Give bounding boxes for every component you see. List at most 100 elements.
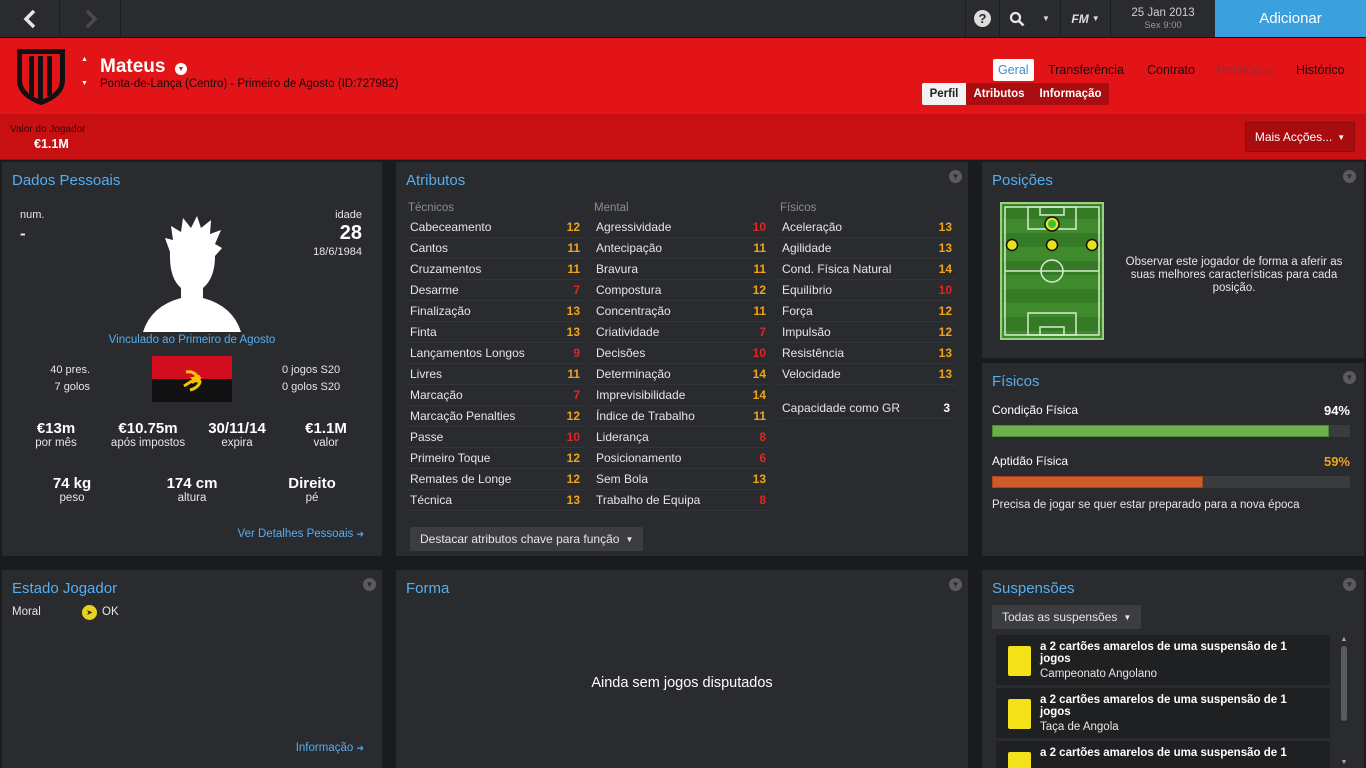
caret-down-icon: ▼ — [625, 534, 634, 544]
tab-transferencia[interactable]: Transferência — [1043, 59, 1129, 81]
tab-relatorios[interactable]: Relatórios — [1212, 59, 1278, 81]
attribute-row[interactable]: Cabeceamento 12 — [406, 217, 584, 238]
subtab-perfil[interactable]: Perfil — [922, 83, 966, 105]
player-name: Mateus — [100, 56, 166, 77]
tab-historico[interactable]: Histórico — [1291, 59, 1350, 81]
subtab-atributos[interactable]: Atributos — [966, 83, 1032, 105]
attribute-row[interactable]: Agilidade 13 — [778, 238, 956, 259]
contract-expiry-stat: 30/11/14 expira — [197, 420, 277, 449]
attribute-row[interactable]: Velocidade 13 — [778, 364, 956, 385]
fm-menu-button[interactable]: FM ▼ — [1060, 0, 1110, 37]
condition-value: 94% — [1323, 403, 1350, 418]
current-date: 25 Jan 2013 — [1131, 7, 1195, 19]
suspension-competition: Taça de Angola — [1040, 721, 1119, 733]
help-button[interactable]: ? — [965, 0, 999, 37]
attribute-row[interactable]: Primeiro Toque 12 — [406, 448, 584, 469]
attribute-row[interactable]: Remates de Longe 12 — [406, 469, 584, 490]
attribute-row[interactable]: Técnica 13 — [406, 490, 584, 511]
attribute-row[interactable]: Sem Bola 13 — [592, 469, 770, 490]
suspension-item[interactable]: a 2 cartões amarelos de uma suspensão de… — [996, 635, 1330, 685]
scroll-up-icon[interactable]: ▲ — [1339, 636, 1349, 643]
pitch-positions-diagram[interactable] — [1000, 202, 1104, 340]
player-subtitle: Ponta-de-Lança (Centro) - Primeiro de Ag… — [100, 78, 399, 90]
attribute-row[interactable]: Equilíbrio 10 — [778, 280, 956, 301]
international-goals: 7 golos — [54, 381, 90, 393]
attribute-row[interactable]: Desarme 7 — [406, 280, 584, 301]
back-button[interactable] — [0, 0, 60, 37]
attribute-row[interactable]: Agressividade 10 — [592, 217, 770, 238]
attribute-row[interactable]: Livres 11 — [406, 364, 584, 385]
suspension-item[interactable]: a 2 cartões amarelos de uma suspensão de… — [996, 741, 1330, 768]
collapse-icon[interactable]: ▼ — [363, 578, 376, 591]
attribute-row[interactable]: Força 12 — [778, 301, 956, 322]
collapse-icon[interactable]: ▼ — [1343, 170, 1356, 183]
club-contract-link[interactable]: Vinculado ao Primeiro de Agosto — [2, 334, 382, 346]
attribute-row[interactable]: Determinação 14 — [592, 364, 770, 385]
view-personal-details-link[interactable]: Ver Detalhes Pessoais ➔ — [238, 528, 364, 540]
attribute-row[interactable]: Aceleração 13 — [778, 217, 956, 238]
attribute-row[interactable]: Cond. Física Natural 14 — [778, 259, 956, 280]
attribute-name: Cabeceamento — [410, 220, 492, 234]
forward-button[interactable] — [61, 0, 121, 37]
date-display[interactable]: 25 Jan 2013 Sex 9:00 — [1110, 0, 1215, 37]
highlight-key-attributes-button[interactable]: Destacar atributos chave para função ▼ — [410, 527, 644, 551]
attribute-row[interactable]: Passe 10 — [406, 427, 584, 448]
collapse-icon[interactable]: ▼ — [1343, 371, 1356, 384]
panel-title: Posições — [992, 172, 1053, 189]
yellow-card-icon — [1008, 646, 1031, 676]
attribute-row[interactable]: Cruzamentos 11 — [406, 259, 584, 280]
yellow-card-icon — [1008, 699, 1031, 729]
fitness-value: 59% — [1323, 454, 1350, 469]
attribute-row[interactable]: Cantos 11 — [406, 238, 584, 259]
current-day-time: Sex 9:00 — [1144, 20, 1182, 31]
goalkeeper-ability-row: Capacidade como GR 3 — [778, 398, 956, 419]
weight-stat: 74 kg peso — [32, 475, 112, 504]
previous-player-button[interactable]: ▲ — [81, 56, 93, 66]
angola-flag-icon[interactable] — [152, 356, 232, 402]
attribute-row[interactable]: Índice de Trabalho 11 — [592, 406, 770, 427]
attribute-row[interactable]: Posicionamento 6 — [592, 448, 770, 469]
attribute-row[interactable]: Trabalho de Equipa 8 — [592, 490, 770, 511]
suspensions-scrollbar[interactable]: ▲ ▼ — [1339, 636, 1349, 766]
more-actions-button[interactable]: Mais Acções... ▼ — [1245, 122, 1355, 152]
weight-label: peso — [59, 492, 85, 504]
attribute-row[interactable]: Finta 13 — [406, 322, 584, 343]
scroll-down-icon[interactable]: ▼ — [1339, 759, 1349, 766]
positions-hint: Observar este jogador de forma a aferir … — [1125, 256, 1343, 294]
add-button[interactable]: Adicionar — [1215, 0, 1366, 37]
collapse-icon[interactable]: ▼ — [949, 578, 962, 591]
natural-position-dot — [1048, 220, 1056, 228]
attribute-row[interactable]: Criatividade 7 — [592, 322, 770, 343]
tab-geral[interactable]: Geral — [993, 59, 1034, 81]
number-value: - — [20, 224, 26, 243]
attribute-row[interactable]: Marcação 7 — [406, 385, 584, 406]
attribute-row[interactable]: Impulsão 12 — [778, 322, 956, 343]
attribute-name: Marcação — [410, 388, 463, 402]
subtab-informacao[interactable]: Informação — [1032, 83, 1109, 105]
attribute-row[interactable]: Concentração 11 — [592, 301, 770, 322]
value-stat: €1.1M valor — [286, 420, 366, 449]
scrollbar-thumb[interactable] — [1341, 646, 1347, 721]
search-button[interactable] — [999, 0, 1033, 37]
attribute-row[interactable]: Bravura 11 — [592, 259, 770, 280]
attribute-row[interactable]: Marcação Penalties 12 — [406, 406, 584, 427]
attribute-row[interactable]: Liderança 8 — [592, 427, 770, 448]
attribute-name: Aceleração — [782, 220, 843, 234]
suspension-item[interactable]: a 2 cartões amarelos de uma suspensão de… — [996, 688, 1330, 738]
search-menu-button[interactable]: ▼ — [1033, 0, 1059, 37]
attribute-row[interactable]: Finalização 13 — [406, 301, 584, 322]
attribute-row[interactable]: Antecipação 11 — [592, 238, 770, 259]
next-player-button[interactable]: ▼ — [81, 80, 93, 90]
attribute-value: 11 — [567, 262, 580, 276]
attribute-row[interactable]: Decisões 10 — [592, 343, 770, 364]
attribute-row[interactable]: Lançamentos Longos 9 — [406, 343, 584, 364]
collapse-icon[interactable]: ▼ — [1343, 578, 1356, 591]
attribute-row[interactable]: Resistência 13 — [778, 343, 956, 364]
attribute-row[interactable]: Compostura 12 — [592, 280, 770, 301]
player-menu-button[interactable]: ▼ — [175, 63, 187, 75]
tab-contrato[interactable]: Contrato — [1142, 59, 1200, 81]
suspensions-filter-dropdown[interactable]: Todas as suspensões ▼ — [992, 605, 1142, 629]
attribute-row[interactable]: Imprevisibilidade 14 — [592, 385, 770, 406]
information-link[interactable]: Informação ➔ — [296, 742, 364, 754]
collapse-icon[interactable]: ▼ — [949, 170, 962, 183]
